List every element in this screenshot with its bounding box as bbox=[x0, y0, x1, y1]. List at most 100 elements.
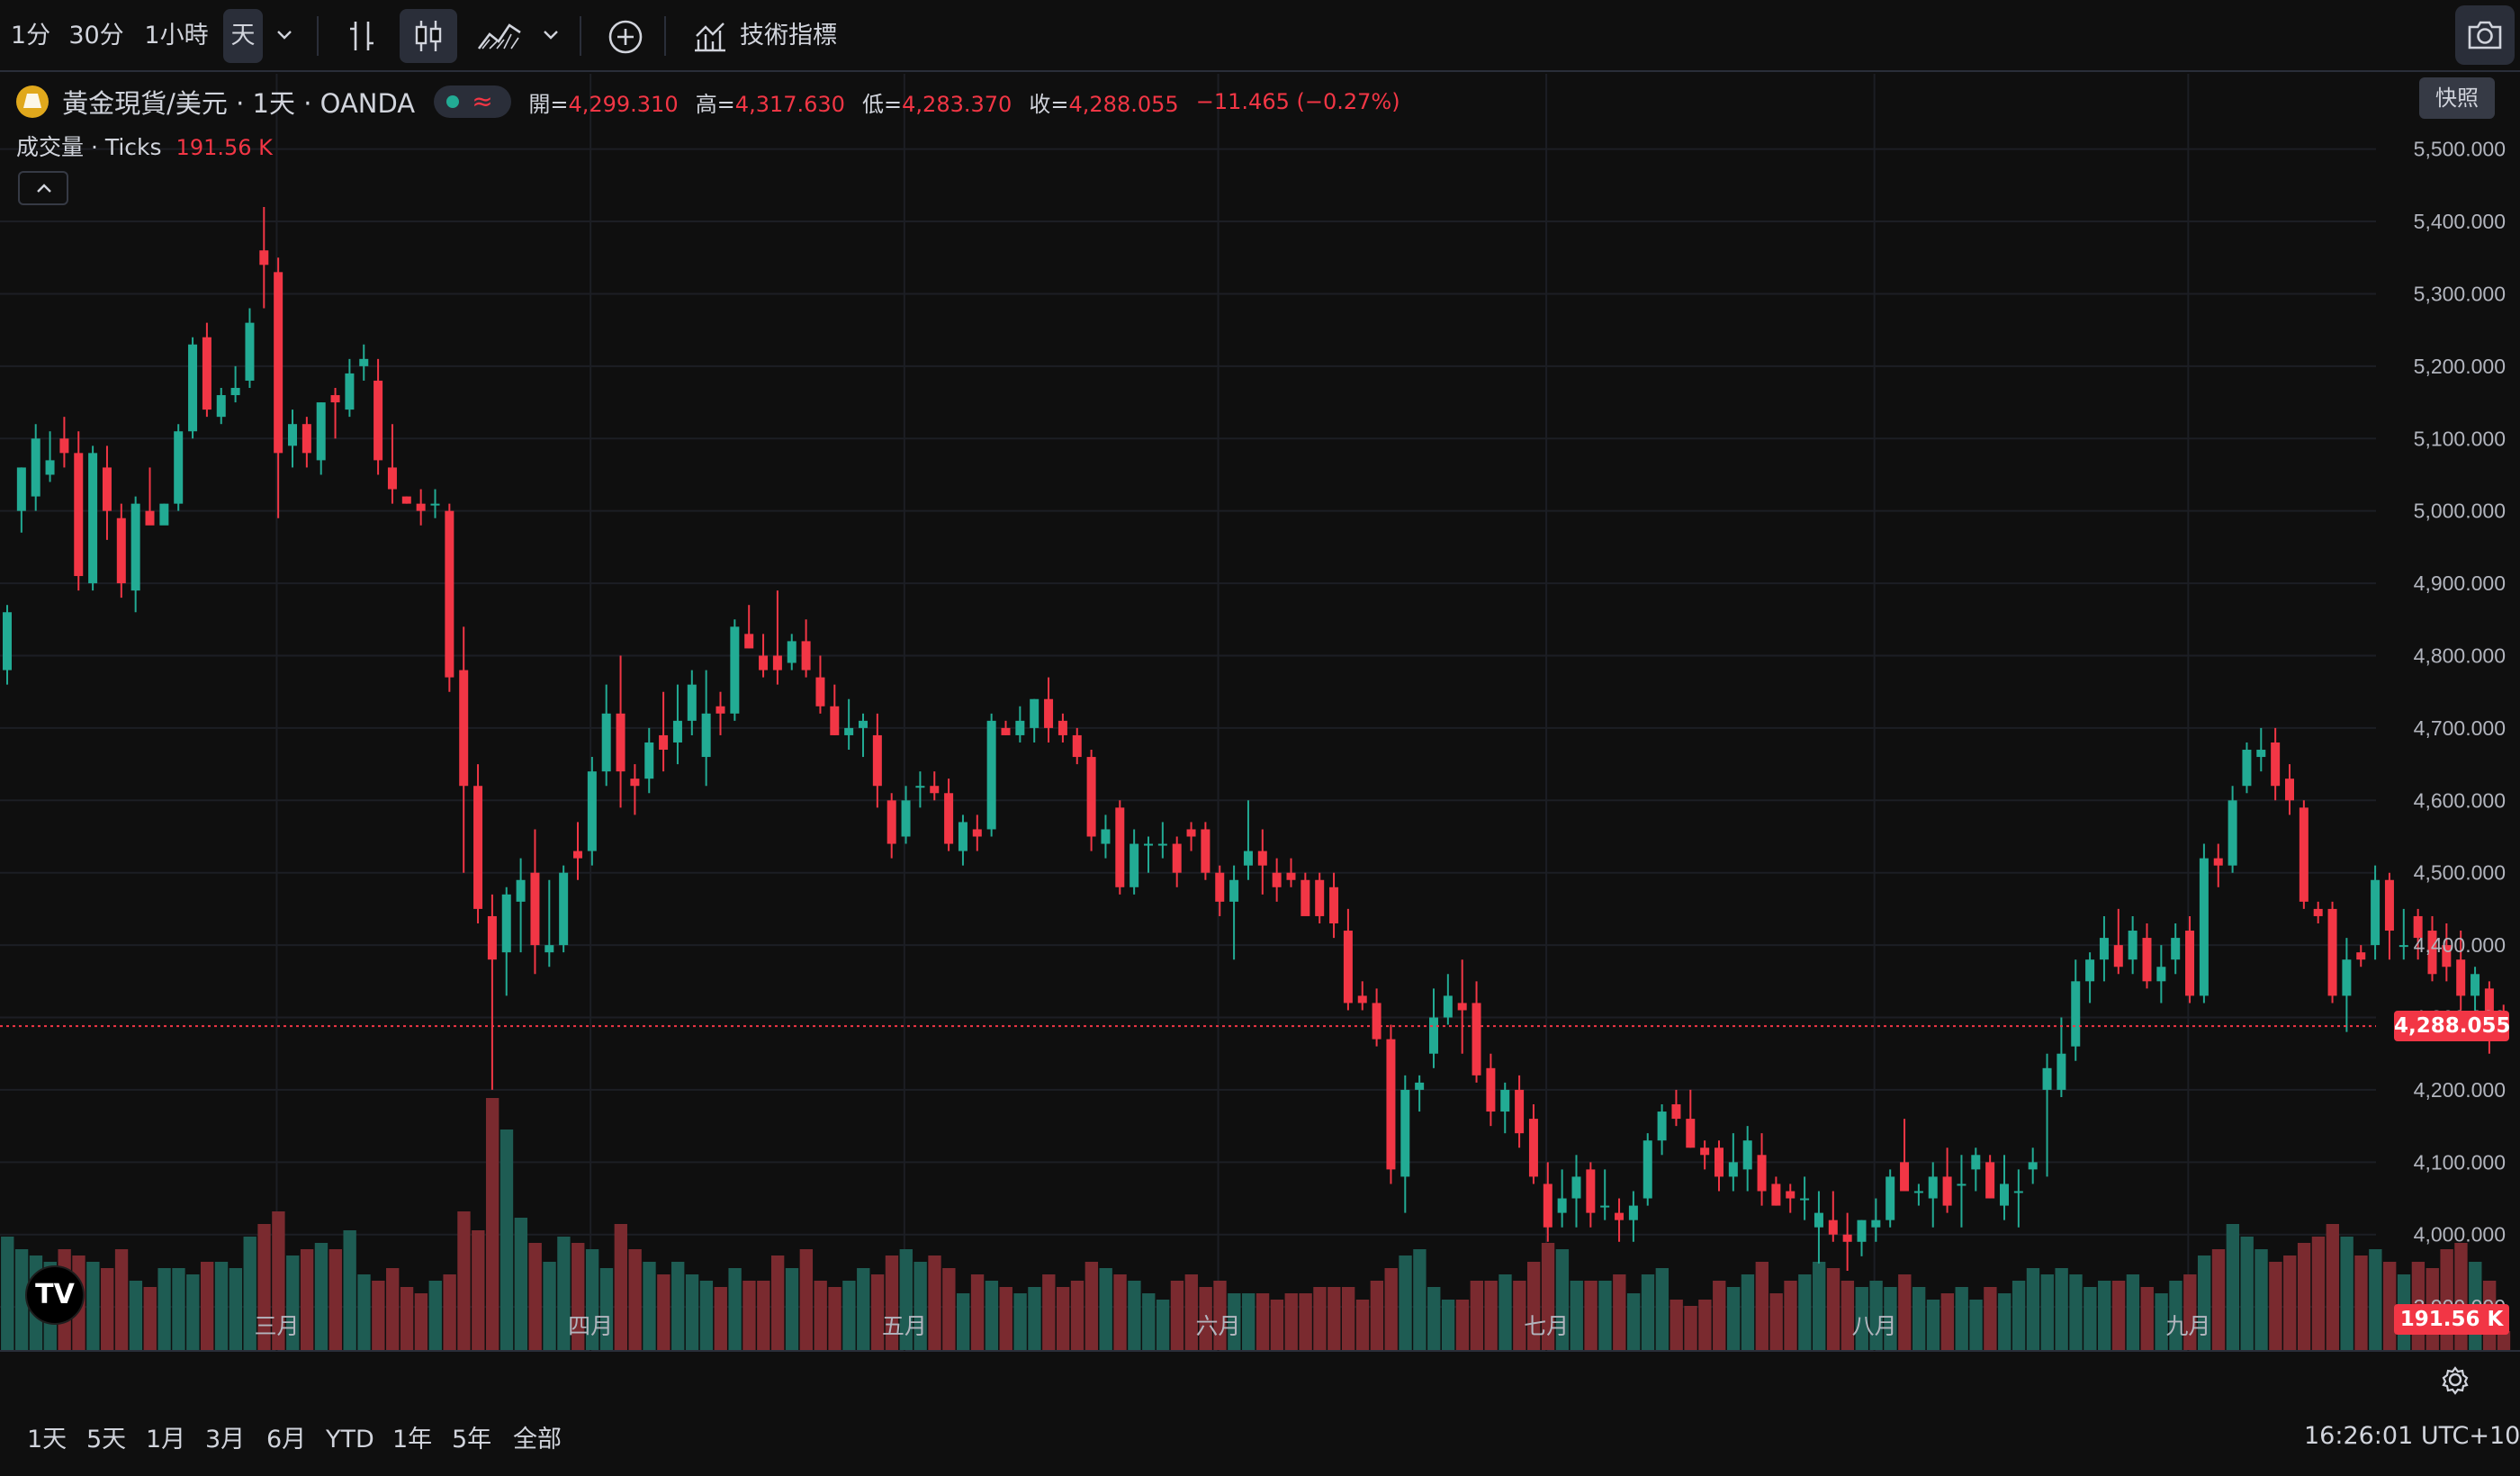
interval-30m[interactable]: 30分 bbox=[67, 9, 126, 63]
candle bbox=[573, 822, 582, 880]
volume-bar bbox=[1242, 1293, 1256, 1350]
candle bbox=[1243, 800, 1253, 880]
candle-body bbox=[1543, 1184, 1552, 1228]
price-axis-label: 4,400.000 bbox=[2414, 933, 2506, 957]
volume-bar bbox=[1, 1237, 14, 1350]
candle-body bbox=[1842, 1234, 1852, 1242]
range-1y[interactable]: 1年 bbox=[392, 1422, 432, 1458]
volume-bar bbox=[1028, 1287, 1041, 1350]
range-ytd[interactable]: YTD bbox=[326, 1422, 374, 1458]
volume-bar bbox=[1313, 1287, 1327, 1350]
candle-body bbox=[1030, 698, 1040, 728]
area-chart-type-icon[interactable] bbox=[466, 9, 524, 63]
volume-bar bbox=[1341, 1287, 1355, 1350]
candle-body bbox=[1528, 1119, 1538, 1177]
candle bbox=[801, 619, 811, 678]
chart-type-dropdown-chevron-icon[interactable] bbox=[533, 9, 569, 63]
candle-body bbox=[1144, 843, 1153, 846]
range-1m[interactable]: 1月 bbox=[146, 1422, 185, 1458]
volume-bar bbox=[1013, 1293, 1027, 1350]
range-1d[interactable]: 1天 bbox=[27, 1422, 67, 1458]
candle-body bbox=[759, 655, 769, 670]
range-5y[interactable]: 5年 bbox=[452, 1422, 491, 1458]
candlestick-chart-type-icon[interactable] bbox=[400, 9, 457, 63]
candle-body bbox=[302, 424, 311, 454]
volume-label[interactable]: 成交量 · Ticks bbox=[16, 134, 162, 160]
candle-body bbox=[1657, 1112, 1667, 1141]
symbol-title[interactable]: 黃金現貨/美元 · 1天 · OANDA bbox=[62, 83, 415, 121]
candle-body bbox=[3, 612, 12, 670]
candle-body bbox=[1686, 1119, 1696, 1148]
market-open-dot-icon bbox=[446, 95, 460, 108]
volume-bar bbox=[1256, 1293, 1270, 1350]
range-3m[interactable]: 3月 bbox=[205, 1422, 245, 1458]
snapshot-camera-button[interactable] bbox=[2455, 5, 2515, 65]
volume-bar bbox=[143, 1287, 157, 1350]
compare-add-symbol-icon[interactable] bbox=[596, 9, 653, 63]
tradingview-logo[interactable]: TV bbox=[25, 1265, 85, 1325]
candle-body bbox=[1728, 1162, 1738, 1177]
volume-bar bbox=[528, 1243, 542, 1350]
candle bbox=[31, 424, 40, 511]
range-all[interactable]: 全部 bbox=[513, 1422, 562, 1458]
time-axis-label: 八月 bbox=[1852, 1313, 1897, 1339]
volume-bar bbox=[200, 1262, 214, 1350]
candle bbox=[16, 467, 26, 533]
candle bbox=[2113, 908, 2123, 975]
volume-bar bbox=[129, 1281, 143, 1350]
interval-1h[interactable]: 1小時 bbox=[139, 9, 214, 63]
candle bbox=[202, 322, 212, 418]
gear-icon[interactable] bbox=[2439, 1364, 2471, 1396]
candle bbox=[487, 894, 497, 1090]
candle-body bbox=[1101, 829, 1111, 844]
clock-timezone[interactable]: 16:26:01 UTC+10 bbox=[2304, 1422, 2520, 1450]
range-6m[interactable]: 6月 bbox=[266, 1422, 306, 1458]
candle-body bbox=[601, 713, 611, 772]
ohlc-close: 收=4,288.055 bbox=[1029, 91, 1179, 117]
candle-body bbox=[2256, 750, 2266, 758]
candle bbox=[1942, 1148, 1952, 1213]
candle-body bbox=[130, 503, 140, 591]
candle bbox=[744, 605, 754, 649]
candle-body bbox=[1372, 1003, 1382, 1040]
candle-body bbox=[772, 655, 782, 670]
candle bbox=[1215, 865, 1225, 916]
toolbar-divider bbox=[664, 16, 666, 56]
interval-1m[interactable]: 1分 bbox=[9, 9, 52, 63]
indicators-button[interactable]: 技術指標 bbox=[686, 9, 857, 63]
candle bbox=[2356, 945, 2366, 968]
volume-bar bbox=[1484, 1281, 1498, 1350]
candle bbox=[1286, 858, 1296, 887]
market-status-pill[interactable]: ≈ bbox=[434, 86, 512, 118]
volume-bar bbox=[2069, 1274, 2083, 1350]
candle-body bbox=[1500, 1089, 1510, 1112]
interval-dropdown-chevron-icon[interactable] bbox=[263, 9, 306, 63]
price-axis[interactable]: 3,900.0004,000.0004,100.0004,200.0004,30… bbox=[2414, 138, 2506, 1318]
candle bbox=[2171, 922, 2181, 975]
candle-body bbox=[573, 850, 582, 859]
price-axis-label: 4,500.000 bbox=[2414, 861, 2506, 885]
bar-chart-type-icon[interactable] bbox=[333, 9, 391, 63]
volume-bar bbox=[1626, 1293, 1641, 1350]
volume-bar bbox=[857, 1268, 870, 1350]
candle bbox=[2000, 1155, 2009, 1220]
candlestick-chart[interactable]: 3,900.0004,000.0004,100.0004,200.0004,30… bbox=[0, 74, 2520, 1352]
collapse-legend-button[interactable] bbox=[18, 171, 68, 205]
candle-body bbox=[159, 503, 169, 526]
candle-body bbox=[2384, 879, 2394, 932]
candle bbox=[958, 814, 968, 866]
candle-body bbox=[716, 706, 725, 714]
candle bbox=[174, 424, 184, 511]
range-5d[interactable]: 5天 bbox=[86, 1422, 126, 1458]
interval-1d[interactable]: 天 bbox=[223, 9, 263, 63]
candle bbox=[2256, 727, 2266, 772]
candle-body bbox=[587, 771, 597, 851]
candle bbox=[1900, 1119, 1910, 1192]
volume-bar bbox=[785, 1268, 799, 1350]
volume-bar bbox=[1570, 1281, 1583, 1350]
volume-bar bbox=[386, 1268, 400, 1350]
chart-pane[interactable]: 3,900.0004,000.0004,100.0004,200.0004,30… bbox=[0, 74, 2520, 1352]
candle-body bbox=[1015, 720, 1025, 735]
volume-bar bbox=[1998, 1293, 2012, 1350]
candle bbox=[501, 886, 511, 996]
